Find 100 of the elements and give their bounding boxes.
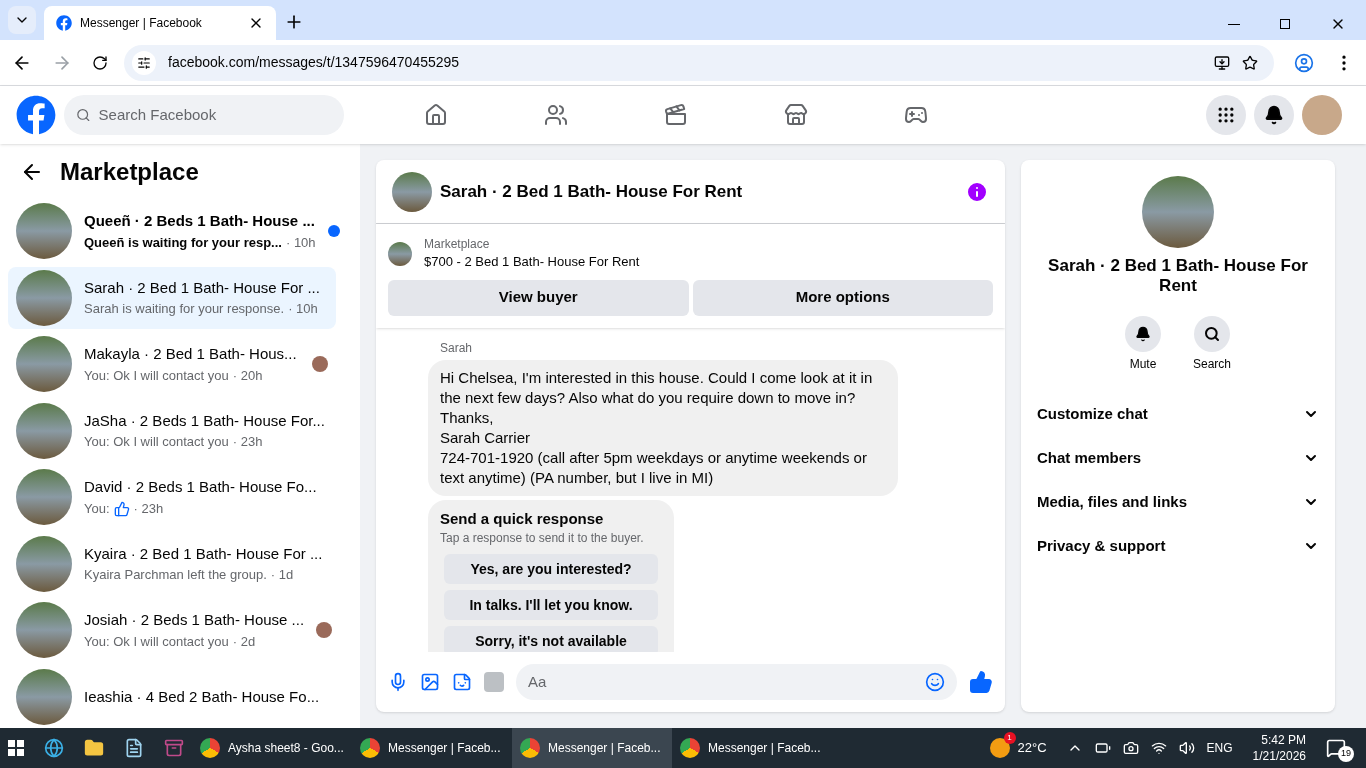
browser-icon[interactable] (44, 738, 64, 758)
notepad-icon[interactable] (124, 738, 144, 758)
conversation-preview: You: Ok I will contact you (84, 366, 229, 385)
search-icon (1204, 326, 1220, 342)
quick-response-option[interactable]: Sorry, it's not available (444, 626, 658, 652)
contact-name: Sarah · 2 Bed 1 Bath- House For Rent (1048, 256, 1308, 296)
volume-icon[interactable] (1178, 740, 1195, 756)
reload-icon[interactable] (92, 54, 108, 71)
conversation-item[interactable]: Queeñ · 2 Beds 1 Bath- House ... Queeñ is waiting for your resp... · 10h (8, 200, 336, 263)
conversation-time: · 10h (288, 300, 318, 319)
conversation-item[interactable]: Ieashia · 4 Bed 2 Bath- House Fo... (8, 665, 336, 728)
listing-title: $700 - 2 Bed 1 Bath- House For Rent (424, 253, 640, 271)
bookmark-star-icon[interactable] (1242, 54, 1258, 71)
tab-title: Messenger | Facebook (80, 15, 203, 31)
conversation-preview: You: (84, 499, 110, 518)
friends-icon[interactable] (544, 103, 568, 127)
browser-tab[interactable]: Messenger | Facebook (44, 6, 276, 40)
temperature: 22°C (1017, 739, 1047, 758)
battery-icon[interactable] (1094, 740, 1111, 756)
facebook-logo-icon (56, 15, 72, 31)
listing-action-button[interactable]: View buyer (388, 279, 689, 316)
install-icon[interactable] (1214, 54, 1230, 71)
notification-count: 19 (1338, 746, 1354, 762)
archive-icon[interactable] (164, 738, 184, 758)
clock[interactable]: 5:42 PM 1/21/2026 (1252, 732, 1306, 764)
quick-response-option[interactable]: Yes, are you interested? (444, 554, 658, 584)
taskbar-app[interactable]: Aysha sheet8 - Goo... (192, 728, 352, 768)
taskbar-app[interactable]: Messenger | Faceb... (672, 728, 832, 768)
conversation-item[interactable]: Kyaira · 2 Bed 1 Bath- House For ... Kyaira Parchman left the group. · 1d (8, 532, 336, 595)
conversation-title: Ieashia · 4 Bed 2 Bath- House Fo... (84, 686, 321, 707)
conversation-title: Kyaira · 2 Bed 1 Bath- House For ... (84, 543, 324, 564)
info-section-item[interactable]: Chat members (1037, 436, 1319, 480)
conversation-time: · 23h (133, 499, 164, 518)
search-field[interactable]: Search Facebook (64, 95, 344, 135)
weather-badge: 1 (1003, 732, 1016, 744)
conversation-item[interactable]: David · 2 Beds 1 Bath- House Fo... You: · 23h (8, 466, 336, 529)
notifications-button[interactable] (1254, 95, 1294, 135)
conversation-preview: Queeñ is waiting for your resp... (84, 233, 282, 252)
listing-label: Marketplace (424, 236, 491, 252)
microphone-icon[interactable] (388, 672, 408, 692)
camera-icon[interactable] (1122, 740, 1139, 756)
maximize-icon[interactable] (1280, 19, 1290, 29)
like-icon[interactable] (969, 670, 993, 694)
conversation-title: JaSha · 2 Beds 1 Bath- House For... (84, 410, 326, 431)
conversation-item[interactable]: Makayla · 2 Bed 1 Bath- Hous... You: Ok I will contact you · 20h (8, 333, 336, 396)
message-bubble: Hi Chelsea, I'm interested in this house. Could I come look at it in the next few days? Also what do you require down to move in? Thanks, Sarah Carrier 724-701-1920 (call after 5pm weekdays or anytime weekends or text anytime) (PA number, but I live in MI) (428, 359, 898, 496)
conversation-time: · 20h (232, 366, 263, 385)
facebook-logo-icon[interactable] (16, 95, 56, 135)
info-section-item[interactable]: Media, files and links (1037, 480, 1319, 524)
address-bar[interactable]: facebook.com/messages/t/1347596470455295 (124, 44, 1274, 81)
conversation-item[interactable]: JaSha · 2 Beds 1 Bath- House For... You: Ok I will contact you · 23h (8, 399, 336, 462)
listing-action-button[interactable]: More options (692, 279, 993, 316)
emoji-icon[interactable] (925, 672, 945, 692)
conversation-preview: You: Ok I will contact you (84, 632, 229, 651)
photo-placeholder (388, 241, 412, 266)
conversation-item[interactable]: Sarah · 2 Bed 1 Bath- House For ... Sarah is waiting for your response. · 10h (8, 266, 336, 329)
search-input[interactable]: Search Facebook (98, 103, 332, 127)
message-input[interactable]: Aa (528, 670, 925, 694)
conversation-time: · 23h (232, 433, 263, 452)
sidebar-title: Marketplace (60, 157, 199, 187)
language-indicator[interactable]: ENG (1206, 740, 1233, 756)
minimize-icon[interactable] (1228, 23, 1240, 25)
video-icon[interactable] (664, 103, 688, 127)
folder-icon[interactable] (84, 738, 104, 758)
tab-list-button[interactable] (8, 6, 36, 34)
home-icon[interactable] (424, 103, 448, 127)
bell-icon (1264, 105, 1284, 125)
menu-grid-button[interactable] (1206, 95, 1246, 135)
conversation-title: David · 2 Beds 1 Bath- House Fo... (84, 477, 318, 498)
windows-start-icon[interactable] (8, 740, 24, 756)
conversation-title: Queeñ · 2 Beds 1 Bath- House ... (84, 211, 316, 232)
image-icon[interactable] (420, 672, 440, 692)
quick-response-option[interactable]: In talks. I'll let you know. (444, 590, 658, 620)
photo-placeholder (392, 171, 432, 212)
profile-icon[interactable] (1294, 52, 1314, 73)
quick-response-subtitle: Tap a response to send it to the buyer. (440, 530, 645, 546)
info-section-item[interactable]: Privacy & support (1037, 524, 1319, 568)
sticker-icon[interactable] (452, 672, 472, 692)
bell-icon (1135, 326, 1151, 342)
info-section-item[interactable]: Customize chat (1037, 392, 1319, 436)
sender-name: Sarah (440, 339, 474, 356)
taskbar-app[interactable]: Messenger | Faceb... (352, 728, 512, 768)
conversation-title: Josiah · 2 Beds 1 Bath- House ... (84, 610, 305, 631)
url-text: facebook.com/messages/t/1347596470455295 (168, 53, 461, 72)
wifi-icon[interactable] (1150, 740, 1167, 756)
site-settings-icon[interactable] (137, 55, 151, 70)
conversation-time: · 1d (270, 566, 294, 585)
conversation-preview: Sarah is waiting for your response. (84, 300, 285, 319)
conversation-title: Sarah · 2 Bed 1 Bath- House For ... (84, 277, 321, 298)
conversation-title: Makayla · 2 Bed 1 Bath- Hous... (84, 344, 298, 365)
taskbar-app[interactable]: Messenger | Faceb... (512, 728, 672, 768)
conversation-item[interactable]: Josiah · 2 Beds 1 Bath- House ... You: Ok I will contact you · 2d (8, 599, 336, 662)
quick-response-title: Send a quick response (440, 508, 605, 529)
chat-title: Sarah · 2 Bed 1 Bath- House For Rent (440, 180, 744, 203)
search-icon (76, 107, 91, 123)
conversation-preview: You: Ok I will contact you (84, 433, 229, 452)
conversation-time: · 10h (285, 233, 316, 252)
store-icon[interactable] (784, 103, 808, 127)
conversation-time: · 2d (232, 632, 256, 651)
message-input-field[interactable]: Aa (516, 664, 957, 700)
